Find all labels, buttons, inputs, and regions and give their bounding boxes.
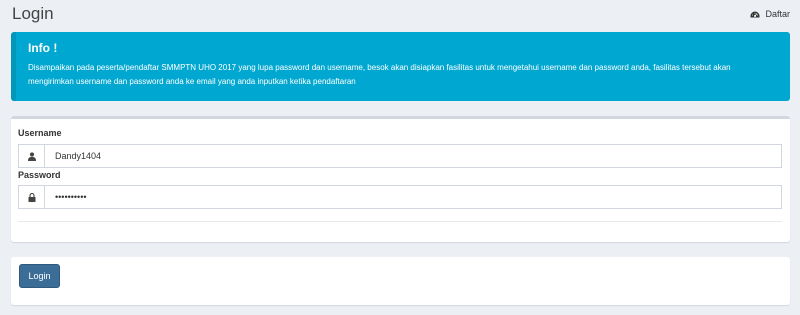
login-form-box: Username Password xyxy=(11,116,790,242)
password-input[interactable] xyxy=(44,185,782,209)
username-label: Username xyxy=(18,128,62,138)
form-divider xyxy=(18,221,782,222)
username-input-group xyxy=(18,144,782,168)
info-title: Info ! xyxy=(28,41,58,55)
form-footer: Login xyxy=(11,257,790,305)
info-callout: Info ! Disampaikan pada peserta/pendafta… xyxy=(11,32,790,101)
username-input[interactable] xyxy=(44,144,782,168)
login-button[interactable]: Login xyxy=(19,264,60,288)
page-title: Login xyxy=(12,4,54,23)
dashboard-icon xyxy=(750,11,760,17)
lock-icon xyxy=(28,192,35,202)
password-input-group xyxy=(18,185,782,209)
daftar-link-label: Daftar xyxy=(765,9,790,19)
password-addon xyxy=(18,185,44,209)
info-message: Disampaikan pada peserta/pendaftar SMMPT… xyxy=(28,63,731,86)
user-icon xyxy=(27,151,36,161)
page-header: Login Daftar xyxy=(12,0,790,28)
daftar-link[interactable]: Daftar xyxy=(750,9,790,19)
username-addon xyxy=(18,144,44,168)
password-label: Password xyxy=(18,170,61,180)
